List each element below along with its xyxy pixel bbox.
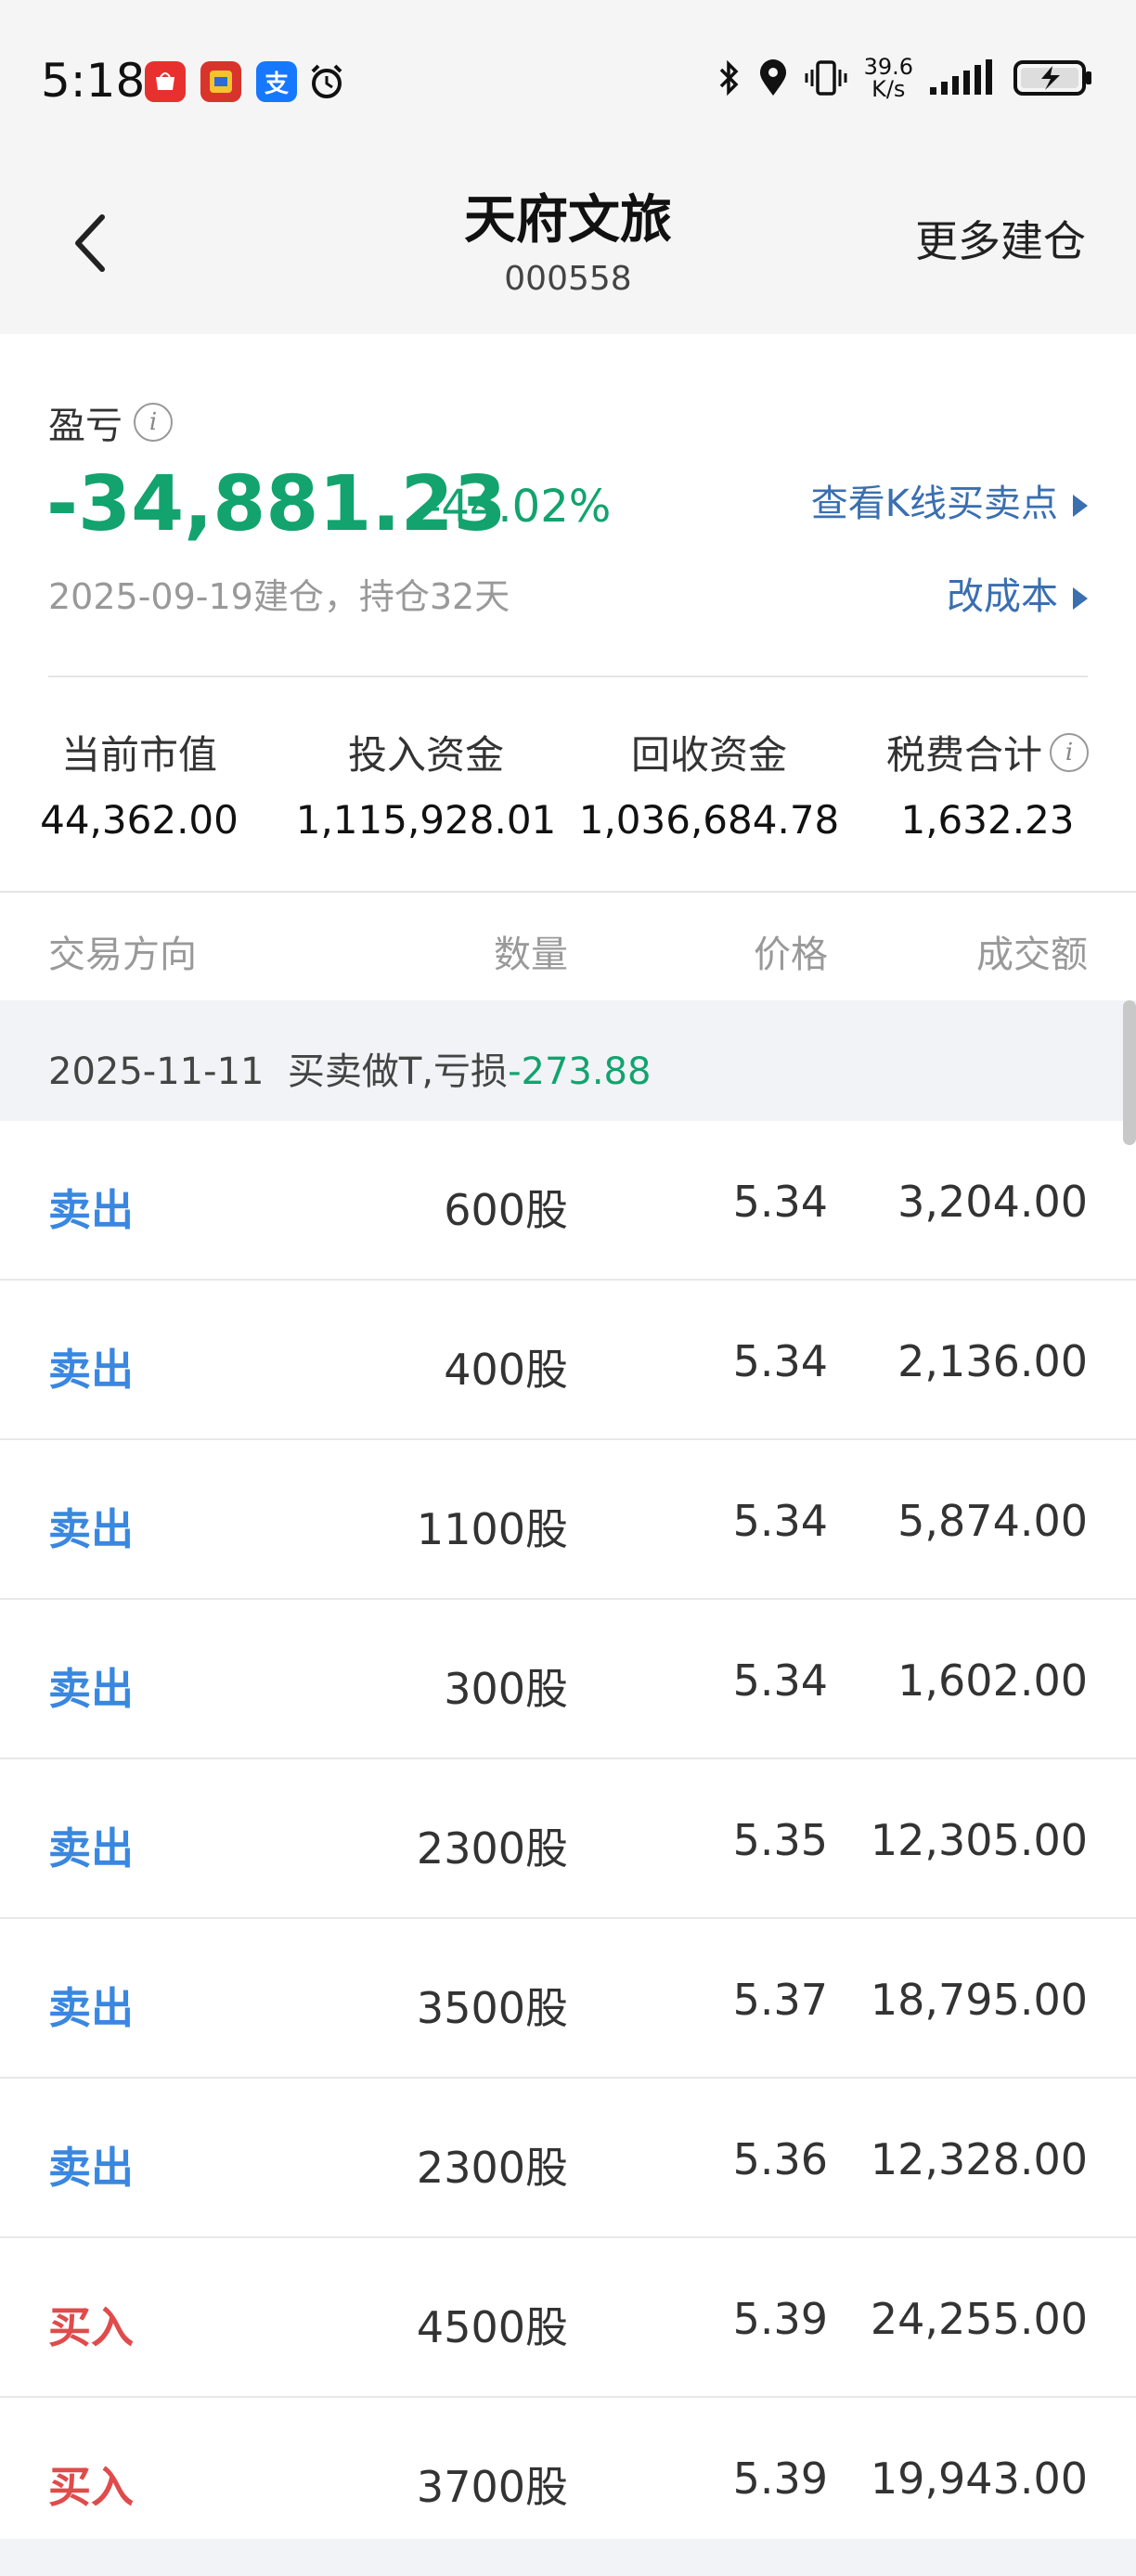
trade-list: 卖出 600股 5.34 3,204.00 卖出 400股 5.34 2,136… — [0, 1121, 1136, 2557]
stat-market-value: 当前市值 44,362.00 — [40, 732, 239, 843]
group-date: 2025-11-11 — [48, 1050, 265, 1093]
table-row[interactable]: 卖出 1100股 5.34 5,874.00 — [0, 1440, 1136, 1600]
game-app-icon — [200, 61, 241, 102]
trade-direction: 卖出 — [48, 1664, 134, 1714]
trade-price: 5.39 — [732, 2294, 828, 2344]
table-row[interactable]: 卖出 2300股 5.36 12,328.00 — [0, 2079, 1136, 2238]
caret-right-icon — [1073, 495, 1088, 517]
trade-direction: 买入 — [48, 2462, 134, 2512]
network-speed: 39.6 K/s — [863, 54, 913, 102]
table-row[interactable]: 卖出 2300股 5.35 12,305.00 — [0, 1759, 1136, 1919]
table-row[interactable]: 卖出 3500股 5.37 18,795.00 — [0, 1919, 1136, 2079]
huawei-app-icon — [145, 61, 186, 102]
trade-direction: 卖出 — [48, 1185, 134, 1235]
col-price: 价格 — [754, 934, 828, 976]
more-positions-button[interactable]: 更多建仓 — [915, 208, 1086, 269]
trade-price: 5.36 — [732, 2134, 828, 2184]
bluetooth-icon — [719, 59, 739, 97]
battery-icon — [1013, 60, 1091, 96]
trade-price: 5.39 — [732, 2454, 828, 2504]
status-bar: 5:18 支 39.6 K/s — [0, 0, 1136, 160]
trade-amount: 1,602.00 — [897, 1655, 1088, 1706]
trade-amount: 12,305.00 — [870, 1815, 1088, 1865]
open-date: 2025-09-19建仓，持仓32天 — [48, 576, 510, 617]
col-amount: 成交额 — [976, 934, 1088, 976]
status-right-group: 39.6 K/s — [716, 56, 1093, 100]
alipay-icon: 支 — [256, 61, 297, 102]
trade-price: 5.34 — [732, 1496, 828, 1546]
trade-quantity: 3500股 — [416, 1983, 568, 2033]
trade-quantity: 400股 — [444, 1345, 568, 1395]
stat-recovered: 回收资金 1,036,684.78 — [578, 732, 840, 843]
trade-quantity: 1100股 — [416, 1504, 568, 1554]
stat-fees: 税费合计 i 1,632.23 — [876, 724, 1099, 843]
trade-amount: 18,795.00 — [870, 1975, 1088, 2025]
trade-quantity: 600股 — [444, 1185, 568, 1235]
trade-amount: 12,328.00 — [870, 2134, 1088, 2184]
table-row[interactable]: 卖出 300股 5.34 1,602.00 — [0, 1600, 1136, 1759]
trade-amount: 24,255.00 — [870, 2294, 1088, 2344]
trade-amount: 5,874.00 — [897, 1496, 1088, 1546]
group-desc: 买卖做T,亏损 — [287, 1050, 509, 1093]
table-row[interactable]: 买入 4500股 5.39 24,255.00 — [0, 2238, 1136, 2398]
trade-price: 5.34 — [732, 1655, 828, 1706]
stat-invested: 投入资金 1,115,928.01 — [295, 732, 557, 843]
trade-amount: 3,204.00 — [897, 1177, 1088, 1227]
pl-label-group: 盈亏 i — [48, 395, 173, 449]
trade-price: 5.34 — [732, 1177, 828, 1227]
group-loss: -273.88 — [508, 1050, 652, 1093]
trade-direction: 卖出 — [48, 2143, 134, 2193]
trade-quantity: 2300股 — [416, 2143, 568, 2193]
trade-price: 5.34 — [732, 1336, 828, 1386]
edit-cost-link[interactable]: 改成本 — [947, 566, 1088, 620]
trade-direction: 卖出 — [48, 1823, 134, 1874]
signal-icon — [930, 59, 992, 95]
trade-amount: 2,136.00 — [897, 1336, 1088, 1386]
trade-amount: 19,943.00 — [870, 2454, 1088, 2504]
nav-bar: 天府文旅 000558 更多建仓 — [0, 160, 1136, 334]
info-icon[interactable]: i — [1050, 732, 1089, 772]
info-icon[interactable]: i — [134, 403, 173, 442]
trade-quantity: 3700股 — [416, 2462, 568, 2512]
alarm-icon — [306, 61, 347, 102]
status-time: 5:18 — [41, 54, 146, 108]
trade-direction: 买入 — [48, 2302, 134, 2352]
bottom-band — [0, 2539, 1136, 2576]
location-icon — [759, 59, 786, 96]
table-header: 交易方向 数量 价格 成交额 — [0, 893, 1136, 1000]
col-quantity: 数量 — [494, 934, 568, 976]
trade-direction: 卖出 — [48, 1983, 134, 2033]
trade-quantity: 300股 — [444, 1664, 568, 1714]
divider — [48, 676, 1088, 677]
col-direction: 交易方向 — [48, 934, 197, 976]
trade-price: 5.37 — [732, 1975, 828, 2025]
table-row[interactable]: 卖出 400股 5.34 2,136.00 — [0, 1281, 1136, 1440]
trade-group-header[interactable]: 2025-11-11 买卖做T,亏损-273.88 — [0, 1000, 1136, 1121]
table-row[interactable]: 买入 3700股 5.39 19,943.00 — [0, 2398, 1136, 2557]
trade-quantity: 2300股 — [416, 1823, 568, 1874]
vibrate-icon — [805, 60, 847, 96]
pl-label: 盈亏 — [48, 405, 123, 447]
trade-direction: 卖出 — [48, 1504, 134, 1554]
caret-right-icon — [1073, 587, 1088, 610]
trade-price: 5.35 — [732, 1815, 828, 1865]
kline-link[interactable]: 查看K线买卖点 — [811, 473, 1088, 527]
table-row[interactable]: 卖出 600股 5.34 3,204.00 — [0, 1121, 1136, 1281]
position-summary: 盈亏 i -34,881.23 -44.02% 查看K线买卖点 2025-09-… — [0, 334, 1136, 891]
trade-quantity: 4500股 — [416, 2302, 568, 2352]
trade-direction: 卖出 — [48, 1345, 134, 1395]
pl-percent: -44.02% — [425, 481, 612, 533]
